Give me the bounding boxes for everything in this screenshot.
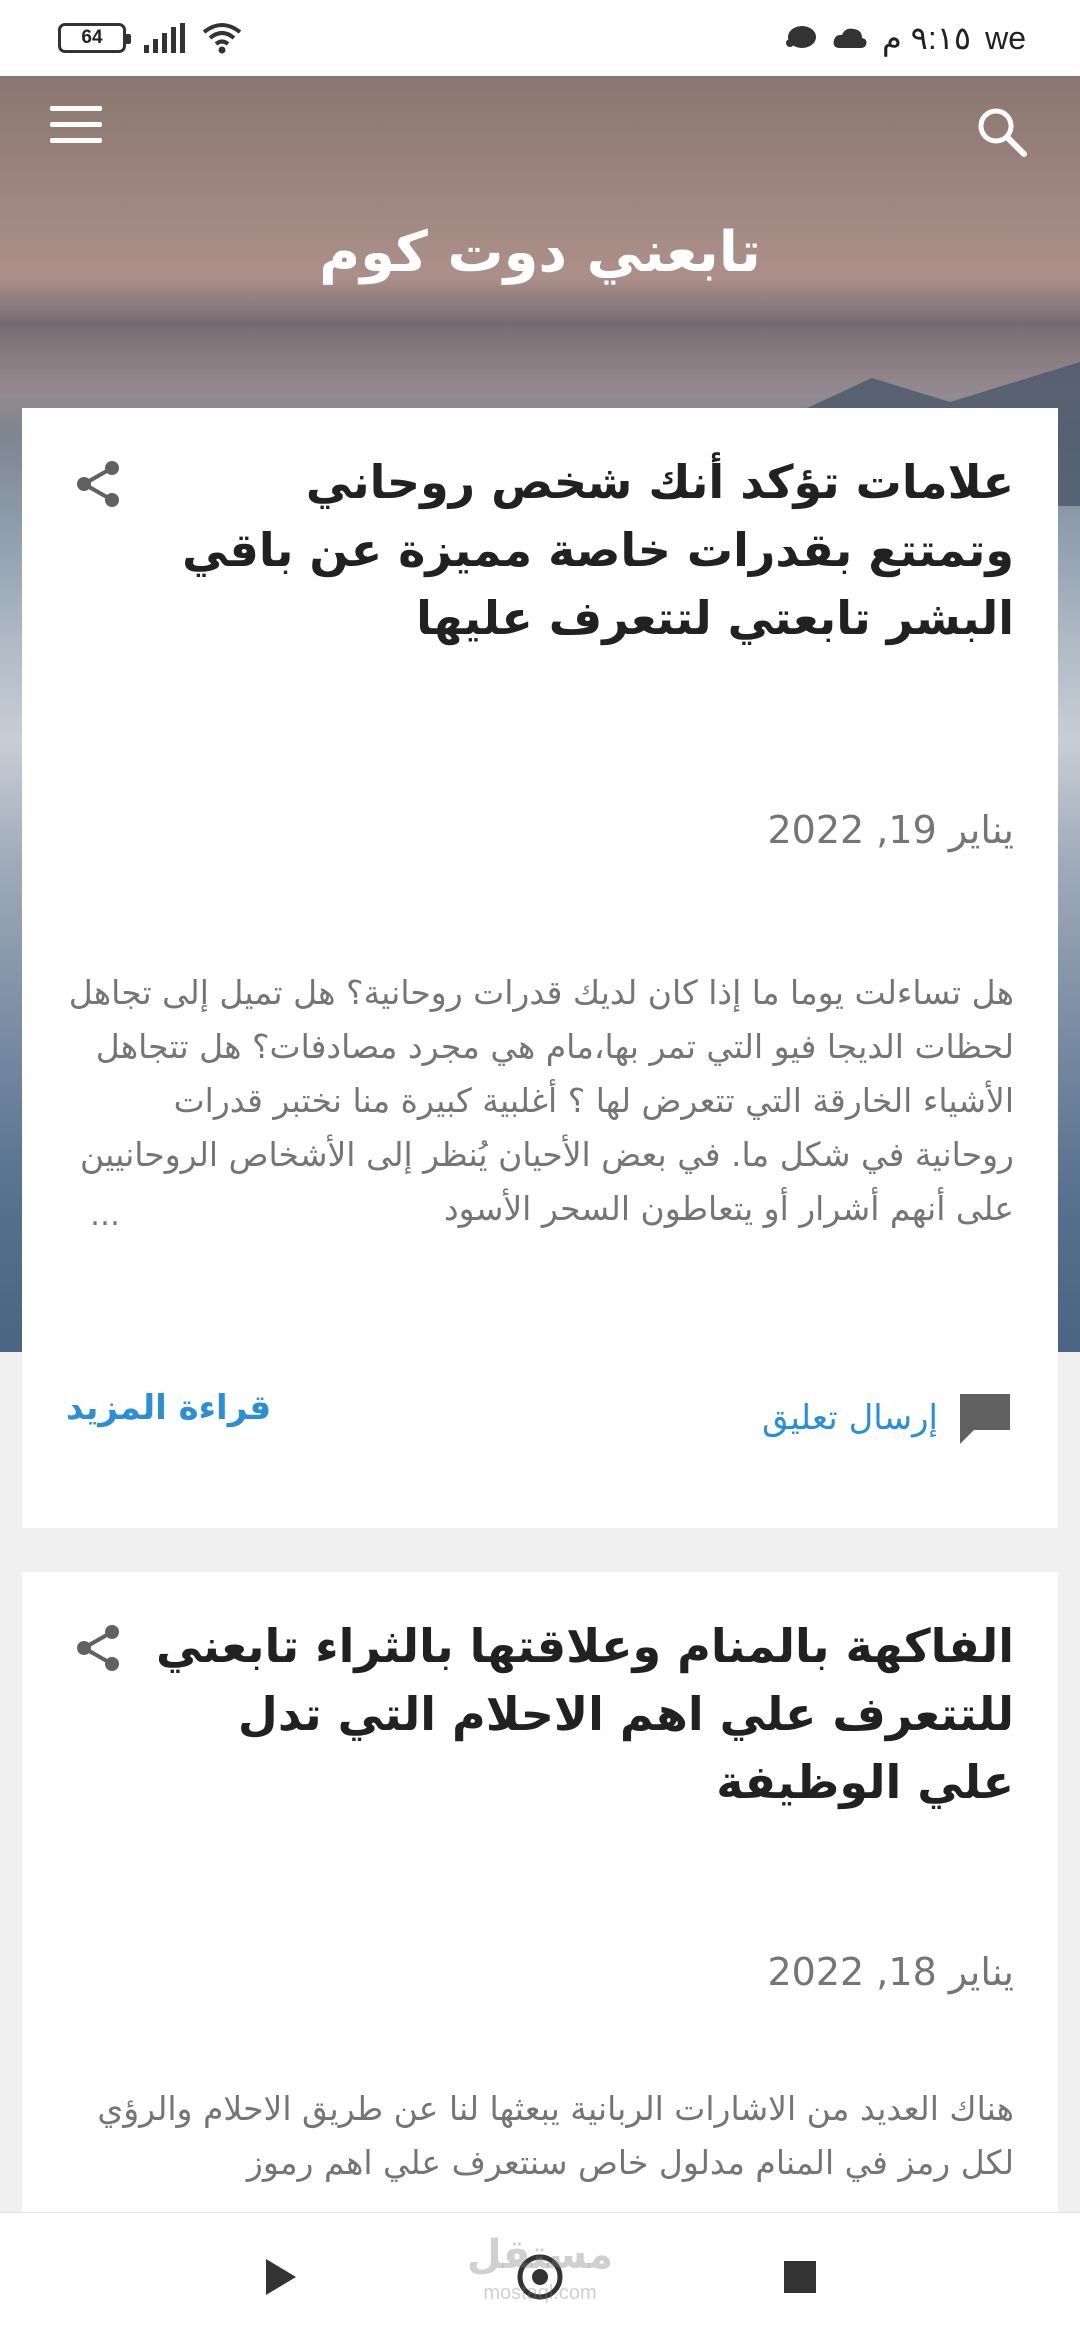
carrier-name: we (985, 19, 1026, 56)
site-title[interactable]: تابعني دوت كوم (0, 220, 1080, 285)
search-button[interactable] (974, 104, 1030, 160)
post-title[interactable]: علامات تؤكد أنك شخص روحاني وتمتتع بقدرات… (154, 448, 1014, 652)
post-date: يناير 19, 2022 (767, 808, 1015, 852)
post-title[interactable]: الفاكهة بالمنام وعلاقتها بالثراء تابعني … (154, 1612, 1014, 1816)
comment-label: إرسال تعليق (762, 1398, 938, 1438)
share-button[interactable] (70, 1620, 126, 1676)
wifi-icon (202, 23, 242, 54)
status-left: 64 (58, 22, 242, 54)
cloud-icon (833, 28, 867, 48)
share-icon (77, 1625, 119, 1671)
messenger-icon (785, 26, 816, 48)
share-button[interactable] (70, 456, 126, 512)
watermark-logo: مستقل (466, 2232, 614, 2278)
comment-icon (960, 1394, 1010, 1444)
watermark-url: mostaql.com (483, 2282, 597, 2304)
excerpt-ellipsis: … (90, 1198, 120, 1233)
post-date: يناير 18, 2022 (767, 1950, 1015, 1994)
cloud-decoration (0, 276, 1080, 396)
battery-icon: 64 (58, 23, 131, 53)
status-bar: 64 ٩:١٥ م we (0, 0, 1080, 76)
share-icon (77, 461, 119, 507)
signal-icon (144, 23, 185, 53)
hamburger-icon (50, 106, 104, 143)
post-excerpt: هناك العديد من الاشارات الربانية يبعثها … (97, 2089, 1014, 2182)
read-more-link[interactable]: قراءة المزيد (66, 1388, 271, 1428)
status-time: ٩:١٥ م (881, 20, 972, 56)
post-card: علامات تؤكد أنك شخص روحاني وتمتتع بقدرات… (22, 408, 1058, 1528)
search-icon (978, 108, 1027, 157)
comment-link[interactable]: إرسال تعليق (762, 1390, 1014, 1446)
status-right: ٩:١٥ م we (784, 19, 1026, 57)
battery-level: 64 (81, 27, 103, 48)
menu-button[interactable] (50, 106, 104, 146)
